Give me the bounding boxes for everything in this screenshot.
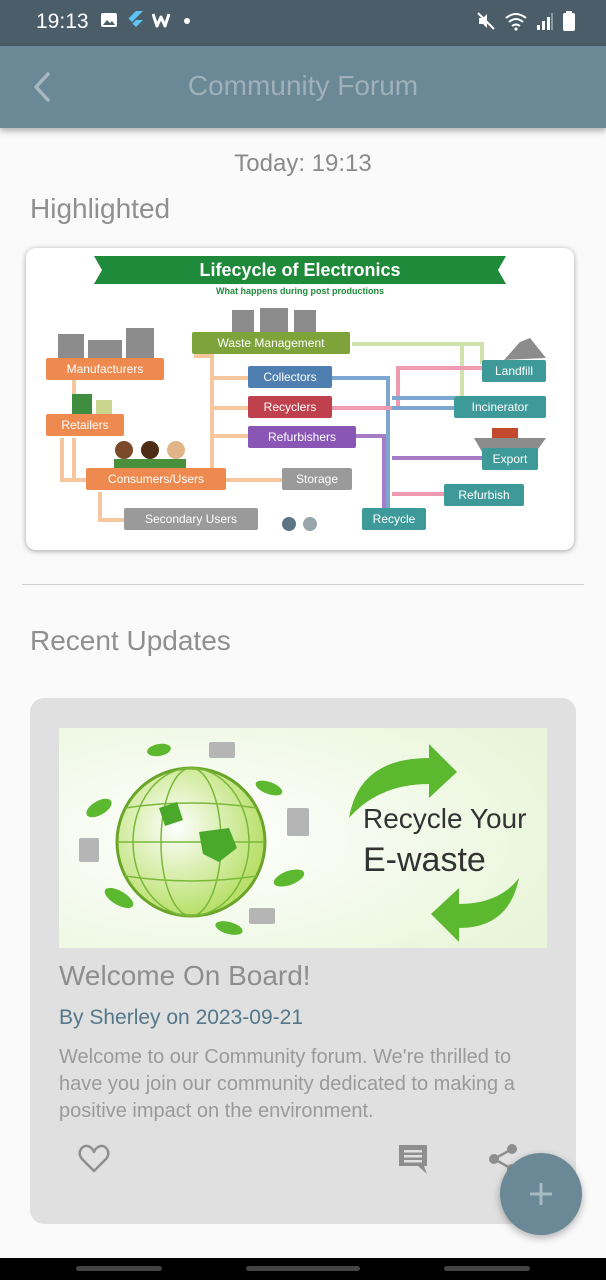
node-retailers: Retailers <box>61 418 108 432</box>
node-collectors: Collectors <box>263 370 316 384</box>
node-recycle: Recycle <box>373 512 416 526</box>
node-refurbishers: Refurbishers <box>268 430 336 444</box>
pager-dot[interactable] <box>303 517 317 531</box>
node-manufacturers: Manufacturers <box>67 362 144 376</box>
node-export: Export <box>493 452 528 466</box>
pager-dot-active[interactable] <box>282 517 296 531</box>
post-image-line1: Recycle Your <box>363 803 526 834</box>
signal-icon <box>537 13 553 30</box>
dot-icon <box>184 18 190 24</box>
node-storage: Storage <box>296 472 338 486</box>
infographic-subtitle: What happens during post productions <box>216 286 384 296</box>
plus-icon <box>530 1183 552 1205</box>
nav-pill[interactable] <box>444 1266 530 1271</box>
node-incinerator: Incinerator <box>472 400 529 414</box>
battery-icon <box>563 11 575 31</box>
mute-icon <box>477 12 495 30</box>
system-nav-bar <box>0 1258 606 1280</box>
highlighted-carousel[interactable]: Lifecycle of Electronics What happens du… <box>26 248 574 550</box>
node-waste-management: Waste Management <box>218 336 326 350</box>
post-author-date: By Sherley on 2023-09-21 <box>59 1006 303 1029</box>
page-title: Community Forum <box>187 70 419 101</box>
node-recyclers: Recyclers <box>264 400 317 414</box>
node-landfill: Landfill <box>495 364 533 378</box>
heart-icon[interactable] <box>77 1142 111 1176</box>
w-app-icon <box>152 13 171 28</box>
nav-pill[interactable] <box>76 1266 162 1271</box>
recent-updates-heading: Recent Updates <box>30 625 231 656</box>
flutter-icon <box>128 11 143 27</box>
post-image-line2: E-waste <box>363 841 486 879</box>
add-post-button[interactable] <box>500 1153 582 1235</box>
highlighted-heading: Highlighted <box>30 193 171 224</box>
status-time: 19:13 <box>36 10 89 33</box>
today-label: Today: 19:13 <box>234 150 372 177</box>
post-body: Welcome to our Community forum. We're th… <box>59 1046 515 1122</box>
nav-pill[interactable] <box>246 1266 360 1271</box>
post-image: Recycle Your E-waste <box>59 728 547 948</box>
divider <box>22 584 584 585</box>
status-bar: 19:13 <box>0 0 606 46</box>
comment-icon[interactable] <box>396 1142 430 1176</box>
wifi-icon <box>505 13 527 31</box>
node-consumers: Consumers/Users <box>108 472 204 486</box>
post-card[interactable]: Recycle Your E-waste Welcome On Board! B… <box>30 698 576 1224</box>
infographic-title: Lifecycle of Electronics <box>199 260 400 280</box>
lifecycle-infographic: Lifecycle of Electronics What happens du… <box>46 256 546 531</box>
post-title: Welcome On Board! <box>59 960 311 991</box>
node-secondary-users: Secondary Users <box>145 512 237 526</box>
image-icon <box>101 13 117 27</box>
node-refurbish: Refurbish <box>458 488 509 502</box>
app-bar: Community Forum <box>0 46 606 128</box>
